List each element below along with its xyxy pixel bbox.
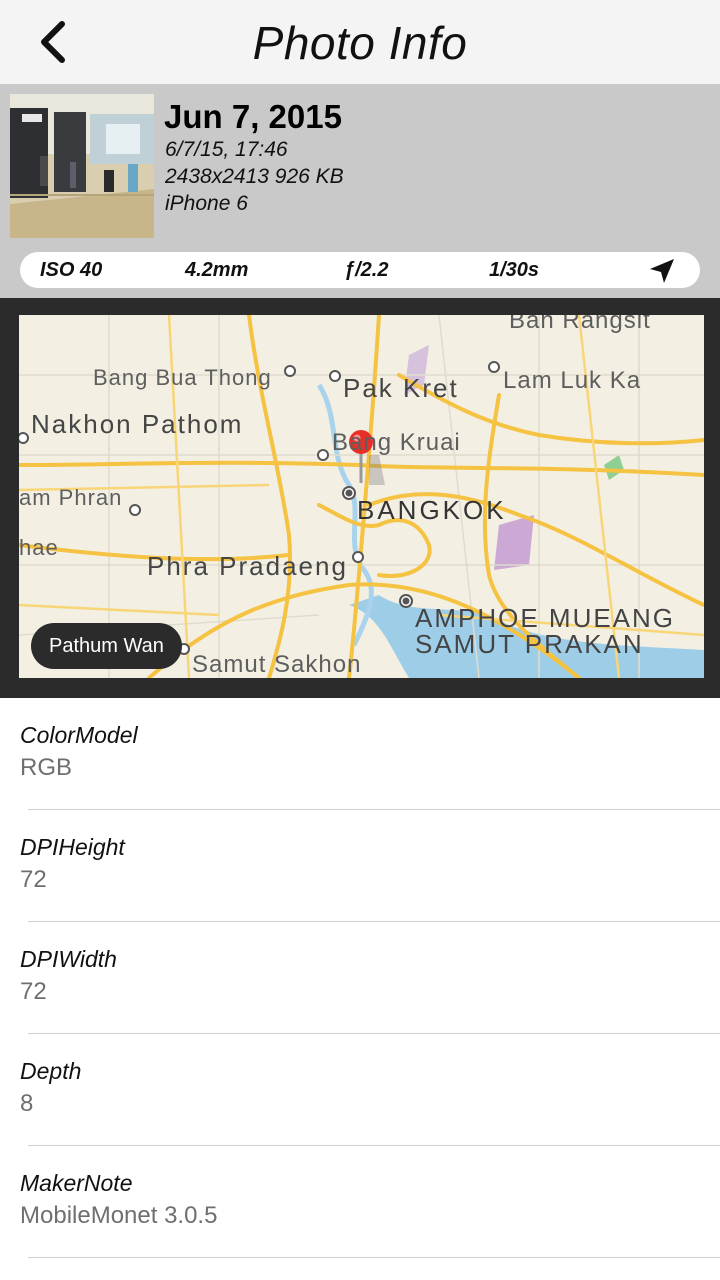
photo-date: Jun 7, 2015 — [164, 98, 342, 135]
map-panel: Ban Rangsit Bang Bua Thong Pak Kret Lam … — [0, 298, 720, 698]
location-map[interactable]: Ban Rangsit Bang Bua Thong Pak Kret Lam … — [19, 315, 704, 678]
map-label-pak-kret: Pak Kret — [343, 373, 459, 403]
list-item[interactable]: MakerNote MobileMonet 3.0.5 — [0, 1146, 720, 1258]
map-label-bang-bua-thong: Bang Bua Thong — [93, 365, 272, 390]
map-label-bangkok: BANGKOK — [357, 495, 507, 525]
property-value: MobileMonet 3.0.5 — [20, 1202, 218, 1229]
list-item[interactable]: ColorModel RGB — [0, 698, 720, 810]
property-value: 72 — [20, 866, 47, 893]
list-item[interactable]: DPIHeight 72 — [0, 810, 720, 922]
metadata-list: ColorModel RGB DPIHeight 72 DPIWidth 72 … — [0, 698, 720, 1258]
list-item[interactable]: Depth 8 — [0, 1034, 720, 1146]
property-key: MakerNote — [20, 1170, 133, 1196]
map-label-phra-pradaeng: Phra Pradaeng — [147, 551, 348, 581]
location-callout[interactable]: Pathum Wan — [31, 623, 182, 669]
iso-value: ISO 40 — [40, 259, 103, 281]
divider — [28, 1257, 720, 1258]
property-key: Depth — [20, 1058, 82, 1084]
property-key: ColorModel — [20, 722, 138, 748]
photo-summary: Jun 7, 2015 6/7/15, 17:46 2438x2413 926 … — [0, 84, 720, 298]
property-value: 8 — [20, 1090, 34, 1117]
photo-device: iPhone 6 — [165, 192, 248, 215]
property-value: 72 — [20, 978, 47, 1005]
map-label-bang-kruai: Bang Kruai — [332, 429, 461, 456]
map-label-ban-rangsit: Ban Rangsit — [509, 315, 651, 334]
photo-thumbnail[interactable] — [10, 94, 154, 238]
map-label-samut-sakhon: Samut Sakhon — [192, 651, 362, 678]
map-label-samut-prakan: SAMUT PRAKAN — [415, 629, 644, 659]
map-label-lam-luk-ka: Lam Luk Ka — [503, 367, 642, 394]
map-label-nakhon-pathom: Nakhon Pathom — [31, 409, 244, 439]
nav-bar: Photo Info — [0, 0, 720, 84]
property-key: DPIWidth — [20, 946, 117, 972]
exif-summary-bar: ISO 40 4.2mm ƒ/2.2 1/30s — [20, 252, 700, 288]
location-arrow-icon[interactable] — [648, 257, 676, 285]
page-title: Photo Info — [252, 17, 468, 69]
photo-size: 2438x2413 926 KB — [165, 165, 344, 188]
aperture-value: ƒ/2.2 — [344, 259, 389, 281]
shutter-speed-value: 1/30s — [489, 259, 540, 281]
map-label-am-phran: am Phran — [19, 485, 123, 510]
list-item[interactable]: DPIWidth 72 — [0, 922, 720, 1034]
map-label-hae: hae — [19, 535, 59, 560]
property-value: RGB — [20, 754, 73, 781]
focal-length-value: 4.2mm — [185, 259, 249, 281]
property-key: DPIHeight — [20, 834, 125, 860]
photo-datetime: 6/7/15, 17:46 — [165, 138, 288, 161]
